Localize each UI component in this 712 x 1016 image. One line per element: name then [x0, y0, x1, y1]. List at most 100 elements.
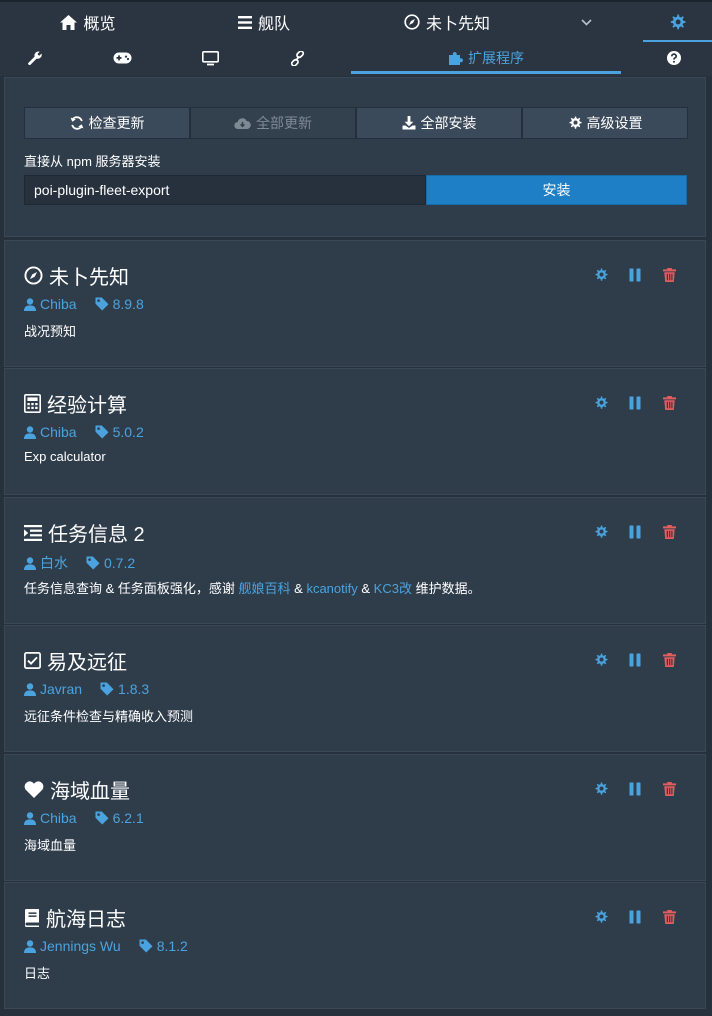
plugin-disable-button[interactable] — [627, 267, 643, 283]
tab-settings[interactable] — [643, 2, 712, 42]
plugin-version[interactable]: 0.7.2 — [86, 555, 135, 571]
plugin-name: 任务信息 2 — [48, 524, 145, 546]
indent-icon — [24, 524, 42, 541]
plugin-author-name: Chiba — [40, 810, 77, 826]
plugin-settings-button[interactable] — [593, 781, 609, 797]
gear-icon — [594, 910, 608, 924]
calculator-icon — [24, 394, 41, 413]
plugin-remove-button[interactable] — [661, 524, 677, 540]
link-kcanotify[interactable]: kcanotify — [306, 581, 357, 596]
subtab-plugins[interactable]: 扩展程序 — [351, 42, 621, 74]
plugin-version[interactable]: 8.9.8 — [95, 296, 144, 312]
plugin-version[interactable]: 6.2.1 — [95, 810, 144, 826]
subtab-network[interactable] — [262, 42, 333, 74]
npm-install-button[interactable]: 安装 — [426, 175, 687, 205]
tab-fleet[interactable]: 舰队 — [176, 2, 352, 42]
gear-icon — [594, 396, 608, 410]
advanced-settings-button[interactable]: 高级设置 — [522, 107, 688, 139]
plugin-version[interactable]: 1.8.3 — [100, 681, 149, 697]
plugin-settings-button[interactable] — [593, 395, 609, 411]
plugin-dropdown-toggle[interactable] — [562, 2, 610, 42]
plugin-author-name: Javran — [40, 681, 83, 697]
plugin-settings-button[interactable] — [593, 652, 609, 668]
plugin-actions — [593, 652, 677, 668]
plugin-author[interactable]: 白水 — [24, 553, 68, 573]
plugin-author[interactable]: Chiba — [24, 424, 77, 440]
plugin-author[interactable]: Chiba — [24, 296, 77, 312]
tab-fleet-label: 舰队 — [257, 16, 290, 33]
plugin-remove-button[interactable] — [661, 395, 677, 411]
trash-icon — [662, 268, 676, 282]
plugin-remove-button[interactable] — [661, 267, 677, 283]
plugin-title: 任务信息 2 — [24, 518, 145, 547]
plugin-remove-button[interactable] — [661, 781, 677, 797]
plugin-author[interactable]: Javran — [24, 681, 82, 697]
update-all-button[interactable]: 全部更新 — [190, 107, 356, 139]
plugin-remove-button[interactable] — [661, 909, 677, 925]
npm-package-input[interactable] — [24, 175, 426, 205]
compass-icon — [24, 266, 43, 285]
plugin-actions — [593, 524, 677, 540]
plugin-version-number: 8.1.2 — [156, 938, 188, 954]
plugin-card: 任务信息 2 白水 0.7.2 任务信息查询 & 任务面板强化，感谢 舰娘百科 … — [4, 497, 706, 624]
tab-prophet[interactable]: 未卜先知 — [352, 2, 542, 42]
tag-icon — [95, 425, 109, 439]
plugin-description: 海域血量 — [24, 838, 77, 853]
subtab-display[interactable] — [175, 42, 246, 74]
pause-icon — [629, 525, 641, 539]
tag-icon — [86, 556, 100, 570]
gear-icon — [568, 116, 582, 130]
puzzle-icon — [448, 51, 463, 66]
plugin-disable-button[interactable] — [627, 909, 643, 925]
plugin-meta: Javran 1.8.3 — [24, 681, 149, 697]
plugin-actions — [593, 395, 677, 411]
plugin-meta: Jennings Wu 8.1.2 — [24, 938, 188, 954]
plugin-disable-button[interactable] — [627, 524, 643, 540]
tag-icon — [95, 811, 109, 825]
link-moegirl-wiki[interactable]: 舰娘百科 — [239, 581, 291, 596]
plugin-name: 经验计算 — [47, 395, 127, 417]
home-icon — [60, 14, 78, 30]
plugin-disable-button[interactable] — [627, 652, 643, 668]
plugin-settings-button[interactable] — [593, 909, 609, 925]
plugin-disable-button[interactable] — [627, 395, 643, 411]
plugin-description: 远征条件检查与精确收入预测 — [24, 709, 194, 724]
plugin-version[interactable]: 8.1.2 — [139, 938, 188, 954]
plugin-meta: Chiba 6.2.1 — [24, 810, 144, 826]
tag-icon — [95, 297, 109, 311]
plugin-title: 海域血量 — [24, 775, 130, 804]
link-kc3kai[interactable]: KC3改 — [374, 581, 412, 596]
check-update-button[interactable]: 检查更新 — [24, 107, 190, 139]
plugin-settings-button[interactable] — [593, 524, 609, 540]
compass-icon — [404, 14, 420, 30]
user-icon — [24, 297, 36, 311]
user-icon — [24, 811, 36, 825]
trash-icon — [662, 525, 676, 539]
main-nav: 概览 舰队 未卜先知 — [0, 0, 712, 43]
plugin-name: 易及远征 — [47, 652, 127, 674]
plugin-version[interactable]: 5.0.2 — [95, 424, 144, 440]
plugin-settings-button[interactable] — [593, 267, 609, 283]
heart-icon — [24, 781, 44, 798]
plugin-remove-button[interactable] — [661, 652, 677, 668]
gear-icon — [669, 14, 686, 31]
question-icon — [666, 51, 681, 65]
subtab-general[interactable] — [0, 42, 71, 74]
plugin-name: 海域血量 — [50, 781, 130, 803]
plugin-disable-button[interactable] — [627, 781, 643, 797]
subtab-game[interactable] — [87, 42, 158, 74]
plugin-author[interactable]: Jennings Wu — [24, 938, 121, 954]
plugin-version-number: 1.8.3 — [118, 681, 150, 697]
plugin-description: 任务信息查询 & 任务面板强化，感谢 舰娘百科 & kcanotify & KC… — [24, 578, 481, 597]
plugin-control-panel: 检查更新 全部更新 全部安装 高级设置 直接从 npm 服务器安装 安装 — [4, 77, 706, 237]
tab-overview-label: 概览 — [83, 16, 116, 33]
tab-overview[interactable]: 概览 — [0, 2, 176, 42]
check-update-label: 检查更新 — [88, 115, 145, 131]
cloud-download-icon — [234, 117, 251, 130]
plugin-card: 经验计算 Chiba 5.0.2 Exp calculator — [4, 368, 706, 495]
monitor-icon — [202, 50, 219, 66]
install-all-button[interactable]: 全部安装 — [356, 107, 522, 139]
trash-icon — [662, 653, 676, 667]
subtab-about[interactable] — [638, 42, 709, 74]
plugin-author[interactable]: Chiba — [24, 810, 77, 826]
